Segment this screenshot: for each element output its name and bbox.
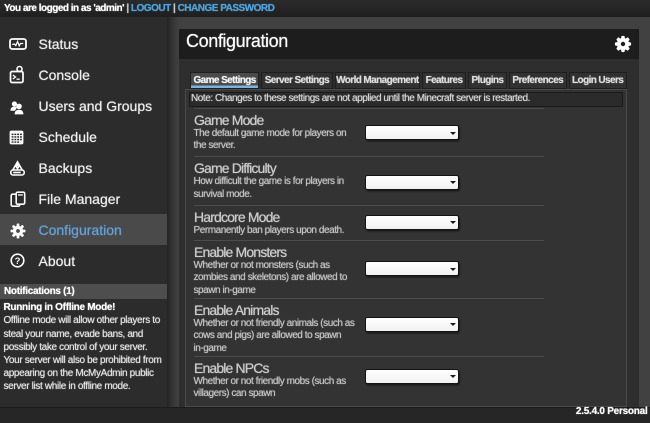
svg-text:?: ?: [15, 256, 21, 267]
